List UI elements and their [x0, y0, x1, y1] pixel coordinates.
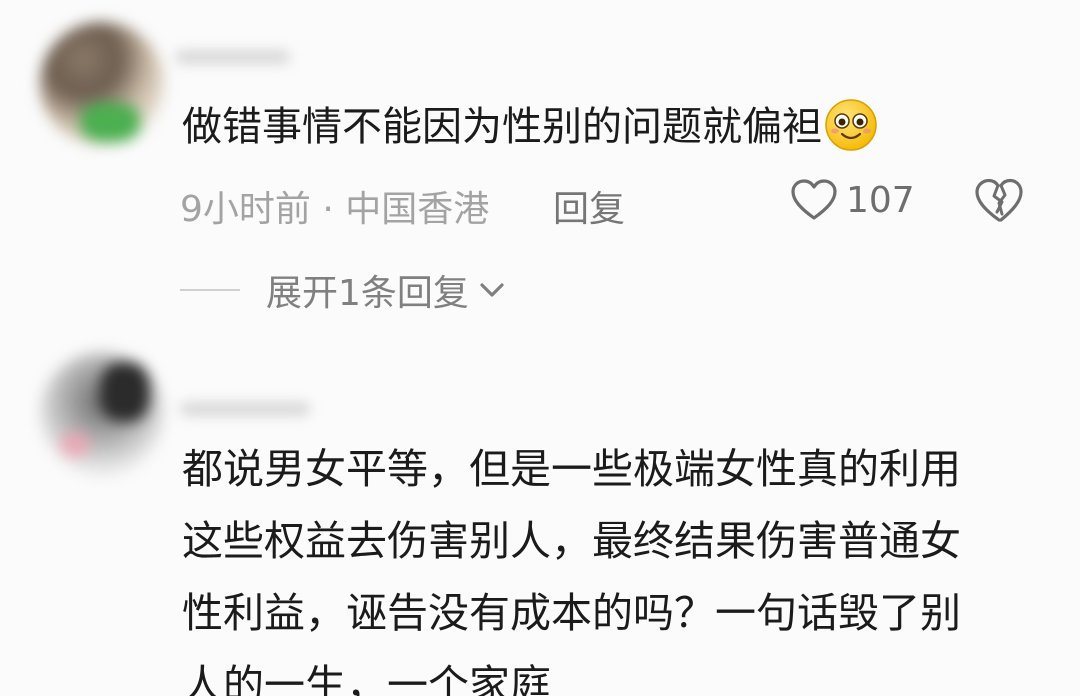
comment-line: 人的一生，一个家庭	[182, 661, 551, 696]
broken-heart-icon[interactable]	[974, 176, 1024, 224]
divider-line	[180, 289, 240, 291]
comment-text: 都说男女平等，但是一些极端女性真的利用 这些权益去伤害别人，最终结果伤害普通女 …	[182, 433, 1052, 696]
comment-list: 做错事情不能因为性别的问题就偏袒 9小时前 · 中国香港 回复 107 展开1条…	[0, 0, 1080, 696]
chevron-down-icon	[480, 283, 504, 297]
reply-button[interactable]: 回复	[553, 180, 625, 232]
username-blurred[interactable]	[175, 50, 290, 64]
avatar-detail	[100, 362, 150, 422]
comment-body: 做错事情不能因为性别的问题就偏袒	[182, 104, 822, 150]
avatar-detail	[60, 432, 90, 457]
smiling-face-emoji-icon	[825, 99, 877, 151]
avatar-detail	[80, 102, 140, 142]
comment-meta: 9小时前 · 中国香港	[180, 189, 490, 230]
comment-line: 性利益，诬告没有成本的吗？一句话毁了别	[182, 589, 961, 637]
comment-line: 都说男女平等，但是一些极端女性真的利用	[182, 445, 961, 493]
comment-text: 做错事情不能因为性别的问题就偏袒	[182, 99, 878, 152]
avatar[interactable]	[40, 22, 164, 146]
heart-icon	[791, 179, 837, 220]
expand-replies-button[interactable]: 展开1条回复	[180, 268, 507, 314]
like-count: 107	[846, 179, 915, 221]
username-blurred[interactable]	[180, 402, 310, 416]
comment-line: 这些权益去伤害别人，最终结果伤害普通女	[182, 517, 961, 565]
expand-replies-label: 展开1条回复	[266, 273, 469, 314]
like-button[interactable]: 107	[790, 176, 915, 224]
avatar[interactable]	[40, 352, 164, 476]
